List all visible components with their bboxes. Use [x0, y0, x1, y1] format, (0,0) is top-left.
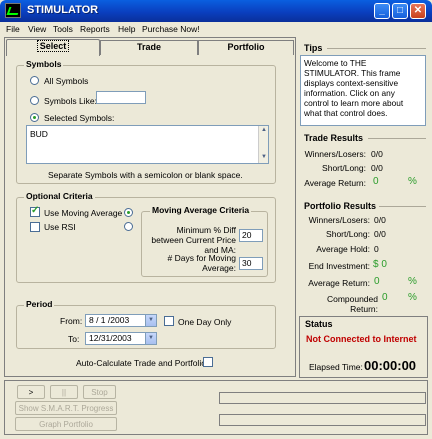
all-symbols-radio[interactable]	[30, 76, 39, 85]
to-dropdown-icon[interactable]: ▼	[145, 333, 156, 344]
menu-help[interactable]: Help	[118, 24, 135, 34]
elapsed-time-value: 00:00:00	[364, 358, 417, 373]
trade-avg-return-value: 0	[373, 176, 379, 187]
portfolio-results-title: Portfolio Results	[304, 201, 377, 211]
pf-winners-losers-value: 0/0	[374, 215, 386, 225]
elapsed-time-label: Elapsed Time:	[309, 362, 363, 372]
close-button[interactable]: ✕	[410, 3, 426, 19]
menu-file[interactable]: File	[6, 24, 20, 34]
menu-tools[interactable]: Tools	[53, 24, 73, 34]
one-day-only-checkbox[interactable]	[164, 316, 174, 326]
selected-symbols-label: Selected Symbols:	[44, 113, 115, 123]
tips-textbox[interactable]: Welcome to THE STIMULATOR. This frame di…	[300, 55, 426, 126]
progress-bar-bottom	[219, 414, 426, 426]
one-day-only-label: One Day Only	[178, 317, 232, 327]
auto-calc-checkbox[interactable]	[203, 357, 213, 367]
status-message: Not Connected to Internet	[306, 334, 417, 344]
symbols-scrollbar[interactable]: ▲ ▼	[258, 126, 268, 163]
tab-trade[interactable]: Trade	[100, 40, 198, 55]
scroll-down-icon[interactable]: ▼	[261, 154, 267, 160]
rsi-criteria-radio[interactable]	[124, 222, 133, 231]
scroll-up-icon[interactable]: ▲	[261, 127, 267, 133]
trade-short-long-label: Short/Long:	[322, 163, 366, 173]
use-ma-checkbox[interactable]	[30, 205, 40, 217]
ma-pct-input[interactable]: 20	[239, 229, 263, 242]
pf-winners-losers-label: Winners/Losers:	[308, 215, 370, 225]
to-label: To:	[68, 334, 80, 344]
all-symbols-label: All Symbols	[44, 76, 89, 86]
to-date-value: 12/31/2003	[89, 333, 132, 343]
ma-pct-label: Minimum % Diff between Current Price and…	[151, 225, 236, 255]
optional-criteria-title: Optional Criteria	[24, 191, 95, 201]
auto-calc-label: Auto-Calculate Trade and Portfolio	[76, 358, 206, 368]
maximize-button[interactable]: □	[392, 3, 408, 19]
trade-results-title: Trade Results	[304, 133, 364, 143]
symbols-textarea[interactable]: BUD	[26, 125, 269, 164]
app-icon	[5, 3, 21, 18]
period-title: Period	[24, 299, 55, 309]
tips-title: Tips	[304, 43, 323, 53]
menu-purchase[interactable]: Purchase Now!	[142, 24, 200, 34]
ma-criteria-radio[interactable]	[124, 208, 133, 217]
pf-avg-return-unit: %	[408, 276, 417, 287]
use-ma-label: Use Moving Average	[44, 208, 123, 218]
pf-end-investment-label: End Investment:	[308, 261, 370, 271]
trade-winners-losers-label: Winners/Losers:	[304, 149, 366, 159]
portfolio-results-divider	[379, 206, 426, 207]
symbols-like-input[interactable]	[96, 91, 146, 104]
pf-short-long-value: 0/0	[374, 229, 386, 239]
from-dropdown-icon[interactable]: ▼	[145, 315, 156, 326]
status-title: Status	[305, 319, 333, 329]
use-rsi-label: Use RSI	[44, 222, 76, 232]
tab-portfolio[interactable]: Portfolio	[198, 40, 294, 55]
trade-results-divider	[368, 138, 426, 139]
trade-avg-return-label: Average Return:	[304, 178, 366, 188]
pf-compounded-return-unit: %	[408, 292, 417, 303]
tab-select[interactable]: Select	[6, 39, 100, 56]
from-label: From:	[60, 316, 83, 326]
ma-criteria-title: Moving Average Criteria	[150, 205, 252, 215]
trade-winners-losers-value: 0/0	[371, 149, 383, 159]
pause-button[interactable]: ||	[50, 385, 78, 399]
pf-avg-return-label: Average Return:	[308, 278, 370, 288]
show-smart-progress-button[interactable]: Show S.M.A.R.T. Progress	[15, 401, 117, 415]
symbols-like-label: Symbols Like:	[44, 96, 97, 106]
ma-days-input[interactable]: 30	[239, 257, 263, 270]
selected-symbols-radio[interactable]	[30, 113, 39, 122]
stop-button[interactable]: Stop	[83, 385, 116, 399]
trade-avg-return-unit: %	[408, 176, 417, 187]
symbols-help-text: Separate Symbols with a semicolon or bla…	[48, 170, 243, 180]
menu-reports[interactable]: Reports	[80, 24, 110, 34]
minimize-button[interactable]: _	[374, 3, 390, 19]
pf-compounded-return-label: Compounded Return:	[326, 294, 378, 314]
pf-end-investment-value: $ 0	[373, 259, 387, 270]
symbols-like-radio[interactable]	[30, 96, 39, 105]
symbols-title: Symbols	[24, 59, 64, 69]
pf-avg-hold-value: 0	[374, 244, 379, 254]
graph-portfolio-button[interactable]: Graph Portfolio	[15, 417, 117, 431]
from-date-value: 8 / 1 /2003	[89, 315, 130, 325]
trade-short-long-value: 0/0	[371, 163, 383, 173]
pf-compounded-return-value: 0	[382, 292, 388, 303]
ma-days-label: # Days for Moving Average:	[167, 253, 237, 273]
pf-short-long-label: Short/Long:	[326, 229, 370, 239]
pf-avg-hold-label: Average Hold:	[316, 244, 370, 254]
tips-divider	[327, 48, 426, 49]
window-title: STIMULATOR	[27, 4, 99, 16]
play-button[interactable]: >	[17, 385, 45, 399]
pf-avg-return-value: 0	[374, 276, 380, 287]
menu-view[interactable]: View	[28, 24, 46, 34]
use-rsi-checkbox[interactable]	[30, 222, 40, 232]
progress-bar-top	[219, 392, 426, 404]
